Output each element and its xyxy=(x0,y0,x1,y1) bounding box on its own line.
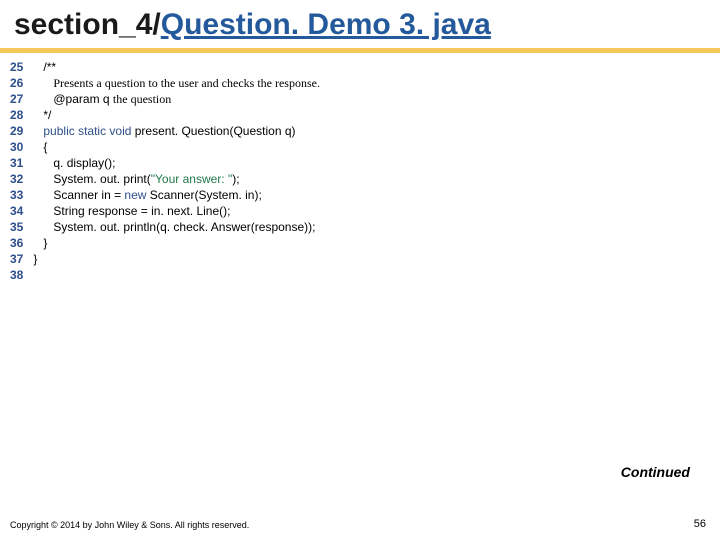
page-number: 56 xyxy=(694,518,706,530)
code-line: { xyxy=(33,139,320,155)
code-line: q. display(); xyxy=(33,155,320,171)
continued-label: Continued xyxy=(621,464,690,480)
copyright-footer: Copyright © 2014 by John Wiley & Sons. A… xyxy=(10,520,249,530)
code-line: public static void present. Question(Que… xyxy=(33,123,320,139)
code-line: System. out. println(q. check. Answer(re… xyxy=(33,219,320,235)
code-line: /** xyxy=(33,59,320,75)
code-line: } xyxy=(33,251,320,267)
code-line: */ xyxy=(33,107,320,123)
line-number: 37 xyxy=(10,251,23,267)
line-number: 30 xyxy=(10,139,23,155)
line-number: 33 xyxy=(10,187,23,203)
code-line: } xyxy=(33,235,320,251)
line-number: 31 xyxy=(10,155,23,171)
code-line xyxy=(33,267,320,283)
line-number: 29 xyxy=(10,123,23,139)
line-number: 34 xyxy=(10,203,23,219)
code-block: 2526272829303132333435363738 /** Present… xyxy=(0,53,720,283)
line-number: 36 xyxy=(10,235,23,251)
line-number: 32 xyxy=(10,171,23,187)
title-filename-link[interactable]: Question. Demo 3. java xyxy=(161,8,491,41)
title-prefix: section_4/ xyxy=(14,8,161,41)
line-number: 26 xyxy=(10,75,23,91)
line-number: 35 xyxy=(10,219,23,235)
page-title: section_4/Question. Demo 3. java xyxy=(14,8,706,42)
title-bar: section_4/Question. Demo 3. java xyxy=(0,0,720,53)
line-number: 38 xyxy=(10,267,23,283)
line-number-gutter: 2526272829303132333435363738 xyxy=(10,59,33,283)
code-line: String response = in. next. Line(); xyxy=(33,203,320,219)
line-number: 28 xyxy=(10,107,23,123)
line-number: 27 xyxy=(10,91,23,107)
code-line: Presents a question to the user and chec… xyxy=(33,75,320,91)
line-number: 25 xyxy=(10,59,23,75)
code-line: @param q the question xyxy=(33,91,320,107)
code-line: System. out. print("Your answer: "); xyxy=(33,171,320,187)
code-line: Scanner in = new Scanner(System. in); xyxy=(33,187,320,203)
code-content: /** Presents a question to the user and … xyxy=(33,59,320,283)
